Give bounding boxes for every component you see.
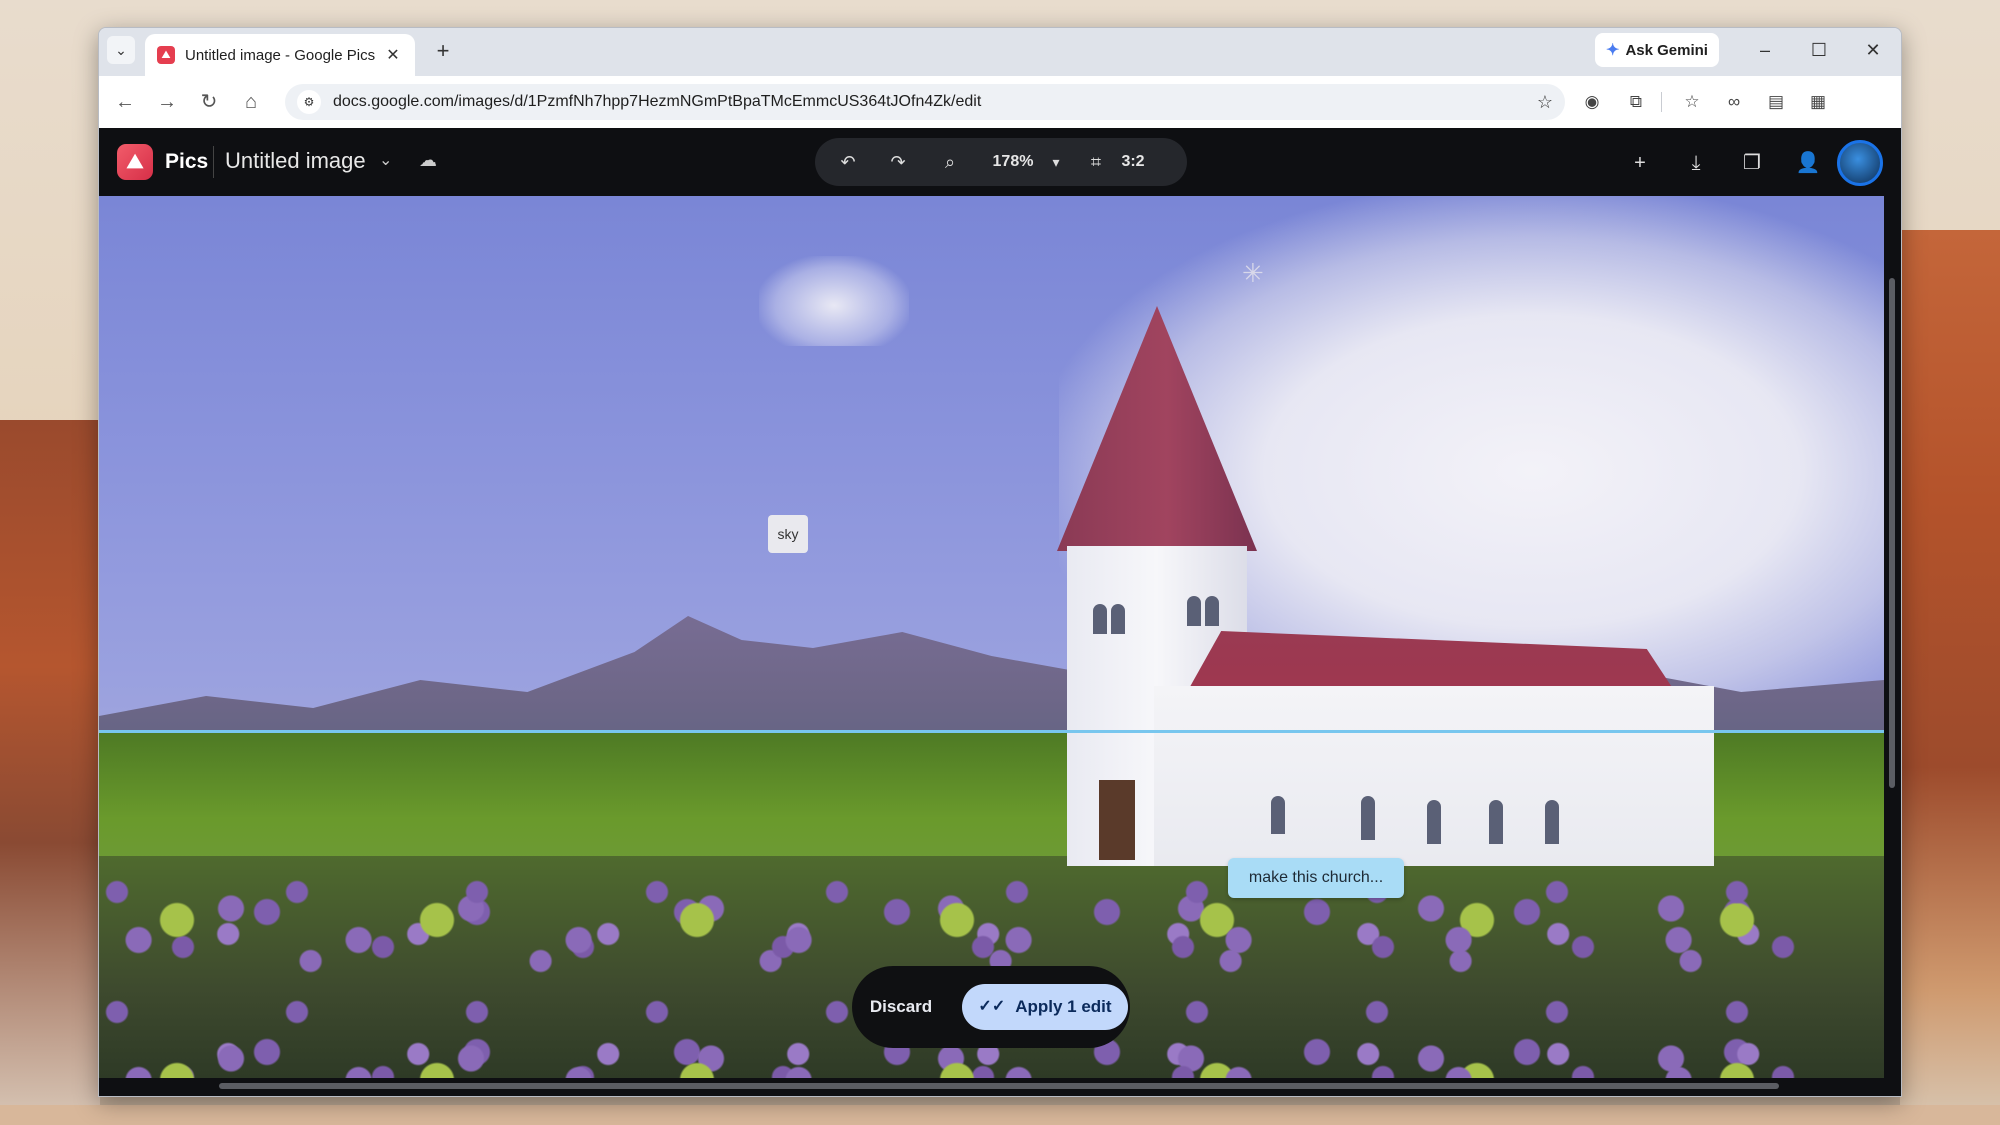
new-tab-icon[interactable]: + [429,38,457,66]
redo-icon[interactable]: ↷ [885,150,911,174]
tab-close-icon[interactable]: ✕ [383,45,403,65]
aspect-ratio[interactable]: 3:2 [1115,150,1151,174]
wallpaper-canyon-right [1900,230,2000,1125]
apply-edit-label: Apply 1 edit [1015,997,1112,1016]
discard-button[interactable]: Discard [868,984,934,1030]
wallpaper-canyon-left [0,420,100,1125]
pics-favicon-icon: ⛰ [157,46,175,64]
reader-mode-icon[interactable]: ▤ [1763,89,1789,115]
zoom-level[interactable]: 178% [985,150,1041,174]
browser-toolbar: ← → ↻ ⌂ ⚙ docs.google.com/images/d/1Pzmf… [99,76,1901,128]
document-title[interactable]: Untitled image [225,148,366,174]
reload-icon[interactable]: ↻ [195,88,223,116]
pics-app: ⛰ Pics Untitled image ⌄ ☁ ↶ ↷ ⌕ 178% ▾ ⌗… [99,128,1901,1096]
zoom-icon[interactable]: ⌕ [937,150,963,174]
app-name: Pics [165,150,209,173]
maximize-icon[interactable]: ☐ [1799,36,1839,64]
forward-icon[interactable]: → [153,88,181,116]
tab-title: Untitled image - Google Pics [185,46,376,64]
link-icon[interactable]: ∞ [1721,89,1747,115]
back-icon[interactable]: ← [111,88,139,116]
vertical-scrollbar[interactable] [1886,196,1898,1078]
horizontal-scroll-thumb[interactable] [219,1083,1779,1089]
wallpaper-ground [0,1105,2000,1125]
browser-window: ⌄ ⛰ Untitled image - Google Pics ✕ + ✦ A… [98,27,1902,1097]
vertical-scroll-thumb[interactable] [1889,278,1895,788]
share-person-icon[interactable]: 👤 [1793,148,1823,178]
edit-action-bar: Discard ✓✓ Apply 1 edit [852,966,1130,1048]
crop-icon[interactable]: ⌗ [1083,150,1109,174]
image-canvas[interactable]: ✳ [99,196,1884,1078]
cloud-saved-icon[interactable]: ☁ [419,150,437,171]
toolbar-separator [1661,92,1662,112]
app-header: ⛰ Pics Untitled image ⌄ ☁ ↶ ↷ ⌕ 178% ▾ ⌗… [99,128,1901,196]
site-info-icon[interactable]: ⚙ [297,90,321,114]
sky-region-label[interactable]: sky [768,515,808,553]
nave-window [1545,800,1559,844]
url-text[interactable]: docs.google.com/images/d/1PzmfNh7hpp7Hez… [333,93,1537,111]
selection-boundary-line [99,730,1884,733]
tower-window [1187,596,1201,626]
gemini-sparkle-icon: ✦ [1606,42,1620,59]
nave-window [1271,796,1285,834]
chevron-down-icon[interactable]: ⌄ [379,150,392,170]
download-icon[interactable]: ⤓ [1681,148,1711,178]
home-icon[interactable]: ⌂ [237,88,265,116]
pics-logo-icon[interactable]: ⛰ [117,144,153,180]
zoom-caret-icon[interactable]: ▾ [1047,150,1065,174]
ask-gemini-label: Ask Gemini [1625,41,1708,59]
edit-prompt-chip[interactable]: make this church... [1228,858,1404,898]
camera-icon[interactable]: ◉ [1579,89,1605,115]
church-door [1099,780,1135,860]
apply-edit-button[interactable]: ✓✓ Apply 1 edit [962,984,1128,1030]
horizontal-scrollbar[interactable] [99,1078,1884,1094]
tab-untitled-image[interactable]: ⛰ Untitled image - Google Pics ✕ [145,34,415,76]
header-divider [213,146,214,178]
side-panel-icon[interactable]: ▦ [1805,89,1831,115]
nave-window [1489,800,1503,844]
address-bar[interactable]: ⚙ docs.google.com/images/d/1PzmfNh7hpp7H… [285,84,1565,120]
cross-icon: ✳ [1242,258,1264,288]
ask-gemini-button[interactable]: ✦ Ask Gemini [1595,33,1719,67]
tower-window [1093,604,1107,634]
copy-icon[interactable]: ❐ [1737,148,1767,178]
nave-window [1427,800,1441,844]
extensions-icon[interactable]: ⧉ [1623,89,1649,115]
cloud-shape-small [759,256,909,346]
nave-window [1361,796,1375,840]
tab-strip: ⌄ ⛰ Untitled image - Google Pics ✕ + ✦ A… [99,28,1901,76]
add-icon[interactable]: + [1625,148,1655,178]
avatar[interactable] [1837,140,1883,186]
edit-toolbar: ↶ ↷ ⌕ 178% ▾ ⌗ 3:2 [815,138,1187,186]
double-check-icon: ✓✓ [978,998,1006,1015]
bookmark-star-icon[interactable]: ☆ [1537,92,1553,113]
minimize-icon[interactable]: – [1745,36,1785,64]
bookmarks-icon[interactable]: ☆ [1679,89,1705,115]
close-window-icon[interactable]: ✕ [1853,36,1893,64]
undo-icon[interactable]: ↶ [835,150,861,174]
tower-window [1205,596,1219,626]
tower-window [1111,604,1125,634]
tab-search-icon[interactable]: ⌄ [107,36,135,64]
